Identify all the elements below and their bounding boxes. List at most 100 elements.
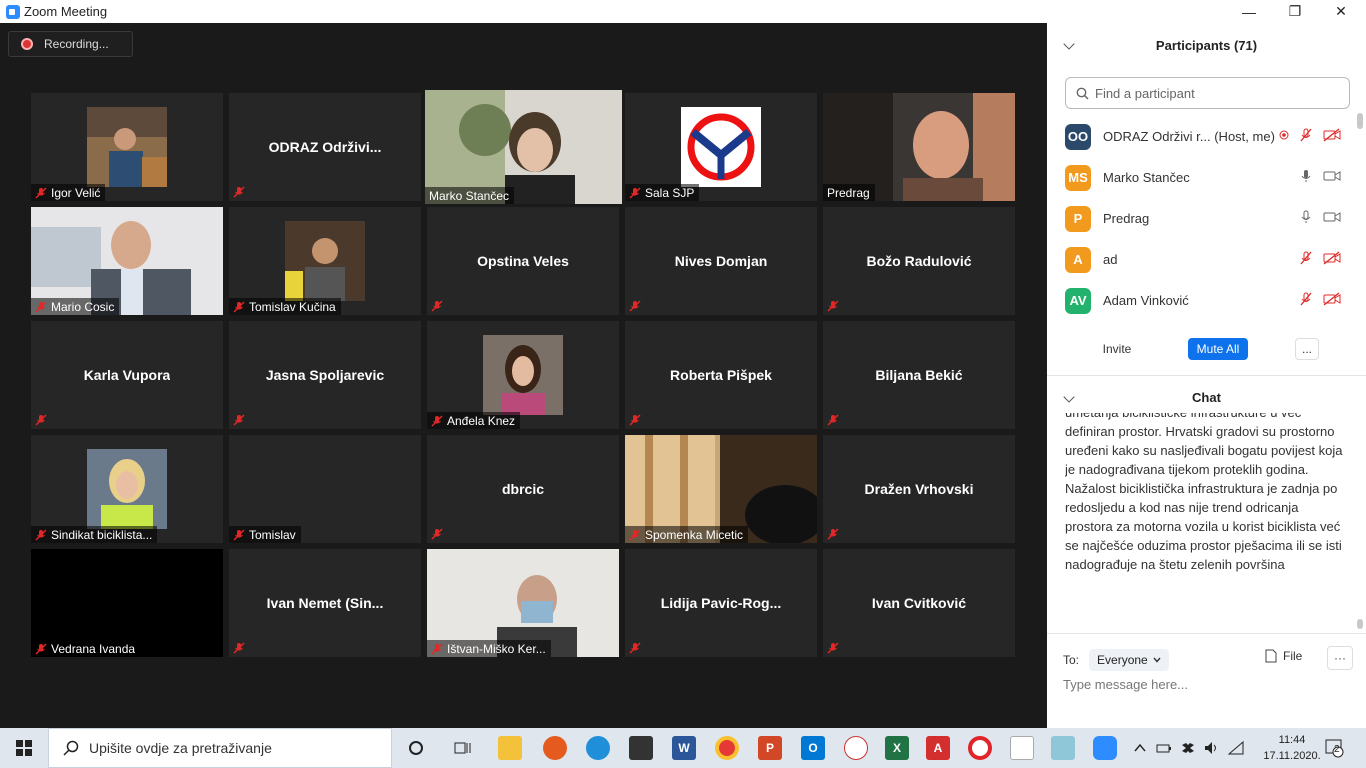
- edge-icon[interactable]: [586, 736, 610, 760]
- chat-recipient-row: To: Everyone: [1063, 648, 1358, 672]
- mic-muted-icon: [233, 301, 245, 312]
- file-explorer-icon[interactable]: [498, 736, 522, 760]
- mic-muted-icon: [1300, 292, 1312, 306]
- avatar: P: [1065, 205, 1091, 232]
- video-tile[interactable]: Biljana Bekić: [823, 321, 1015, 429]
- video-tile[interactable]: Ivan Cvitković: [823, 549, 1015, 657]
- powerpoint-icon[interactable]: P: [758, 736, 782, 760]
- system-clock[interactable]: 11:44 17.11.2020.: [1262, 732, 1322, 764]
- avatar: A: [1065, 246, 1091, 273]
- video-tile[interactable]: Nives Domjan: [625, 207, 817, 315]
- participant-name-label: Predrag: [823, 184, 875, 201]
- video-tile[interactable]: Sala SJP: [625, 93, 817, 201]
- participant-name-label: Sala SJP: [625, 184, 700, 201]
- mic-muted-icon: [827, 642, 839, 654]
- participant-row[interactable]: A ad: [1047, 239, 1357, 280]
- video-tile[interactable]: Jasna Spoljarevic: [229, 321, 421, 429]
- taskbar-search-input[interactable]: Upišite ovdje za pretraživanje: [48, 728, 392, 768]
- participant-list-scrollbar[interactable]: [1357, 113, 1363, 129]
- participant-row[interactable]: OO ODRAZ Održivi r... (Host, me): [1047, 116, 1357, 157]
- participant-row[interactable]: P Predrag: [1047, 198, 1357, 239]
- zoom-logo-icon: [6, 4, 20, 19]
- more-participant-options-button[interactable]: ...: [1295, 338, 1319, 360]
- dropbox-icon: [1182, 743, 1194, 753]
- mic-muted-icon: [35, 301, 47, 312]
- outlook-icon[interactable]: O: [801, 736, 825, 760]
- chat-message: umetanja biciklističke infrastrukture u …: [1065, 413, 1343, 572]
- participant-name: ODRAZ Održivi r... (Host, me): [1103, 129, 1275, 144]
- video-tile[interactable]: Sindikat biciklista...: [31, 435, 223, 543]
- recipient-select[interactable]: Everyone: [1089, 649, 1169, 671]
- start-button[interactable]: [0, 728, 48, 768]
- chrome-icon[interactable]: [715, 736, 739, 760]
- mic-muted-icon: [431, 415, 443, 426]
- file-button[interactable]: File: [1265, 649, 1302, 663]
- video-tile-active-speaker[interactable]: Marko Stančec: [425, 90, 622, 204]
- video-tile[interactable]: Mario Cosic: [31, 207, 223, 315]
- video-tile[interactable]: Tomislav: [229, 435, 421, 543]
- chat-more-button[interactable]: ···: [1327, 646, 1353, 670]
- task-view-icon[interactable]: [451, 736, 475, 760]
- video-tile[interactable]: Božo Radulović: [823, 207, 1015, 315]
- video-tile[interactable]: Spomenka Micetic: [625, 435, 817, 543]
- firefox-icon[interactable]: [543, 736, 567, 760]
- store-icon[interactable]: [629, 736, 653, 760]
- divider: [1047, 633, 1366, 634]
- mute-all-button[interactable]: Mute All: [1188, 338, 1248, 360]
- video-tile[interactable]: Lidija Pavic-Rog...: [625, 549, 817, 657]
- video-tile[interactable]: Predrag: [823, 93, 1015, 201]
- video-tile[interactable]: Ištvan-Miško Ker...: [427, 549, 619, 657]
- video-tile[interactable]: Ivan Nemet (Sin...: [229, 549, 421, 657]
- collapse-participants-chevron-icon[interactable]: [1063, 38, 1075, 50]
- video-off-icon: [1323, 251, 1341, 265]
- video-tile[interactable]: Opstina Veles: [427, 207, 619, 315]
- word-icon[interactable]: W: [672, 736, 696, 760]
- video-tile[interactable]: Tomislav Kučina: [229, 207, 421, 315]
- participant-photo: [87, 449, 167, 529]
- mic-muted-icon: [629, 529, 641, 540]
- mic-muted-icon: [233, 186, 245, 198]
- participant-name-label: Tomislav Kučina: [229, 298, 341, 315]
- participant-name: ad: [1103, 252, 1118, 267]
- snipping-tool-icon[interactable]: [844, 736, 868, 760]
- participant-logo: [681, 107, 761, 187]
- video-tile[interactable]: dbrcic: [427, 435, 619, 543]
- video-tile[interactable]: Vedrana Ivanda: [31, 549, 223, 657]
- minimize-button[interactable]: —: [1226, 0, 1272, 23]
- video-tile[interactable]: Karla Vupora: [31, 321, 223, 429]
- to-label: To:: [1063, 653, 1080, 667]
- mic-muted-icon: [35, 414, 47, 426]
- participants-title: Participants (71): [1155, 37, 1258, 53]
- video-tile[interactable]: Roberta Pišpek: [625, 321, 817, 429]
- chat-scrollbar[interactable]: [1357, 619, 1363, 629]
- participant-search-input[interactable]: Find a participant: [1065, 77, 1350, 109]
- participant-name-label: Ištvan-Miško Ker...: [427, 640, 551, 657]
- notepad-icon[interactable]: [1010, 736, 1034, 760]
- video-tile[interactable]: Anđela Knez: [427, 321, 619, 429]
- notification-center-icon[interactable]: 2: [1324, 738, 1344, 758]
- zoom-taskbar-icon[interactable]: [1093, 736, 1117, 760]
- participant-name: Predrag: [1103, 211, 1150, 226]
- invite-button[interactable]: Invite: [1095, 338, 1139, 360]
- acrobat-icon[interactable]: A: [926, 736, 950, 760]
- maximize-button[interactable]: ❐: [1272, 0, 1318, 23]
- participant-row[interactable]: AV Adam Vinković: [1047, 280, 1357, 321]
- close-button[interactable]: ✕: [1318, 0, 1364, 23]
- collapse-chat-chevron-icon[interactable]: [1063, 391, 1075, 403]
- video-tile[interactable]: Dražen Vrhovski: [823, 435, 1015, 543]
- opera-icon[interactable]: [968, 736, 992, 760]
- video-tile[interactable]: Igor Velić: [31, 93, 223, 201]
- participant-name-label: Marko Stančec: [425, 187, 515, 204]
- participant-row[interactable]: MS Marko Stančec: [1047, 157, 1357, 198]
- video-icon: [1323, 212, 1341, 222]
- excel-icon[interactable]: X: [885, 736, 909, 760]
- chat-message-input[interactable]: Type message here...: [1063, 677, 1353, 699]
- recording-indicator[interactable]: Recording...: [8, 31, 133, 57]
- cortana-icon[interactable]: [404, 736, 428, 760]
- video-tile[interactable]: ODRAZ Održivi...: [229, 93, 421, 201]
- participant-name-center: Lidija Pavic-Rog...: [660, 595, 782, 611]
- mic-muted-icon: [827, 528, 839, 540]
- mic-muted-icon: [629, 300, 641, 312]
- participant-name: Adam Vinković: [1103, 293, 1189, 308]
- app-icon[interactable]: [1051, 736, 1075, 760]
